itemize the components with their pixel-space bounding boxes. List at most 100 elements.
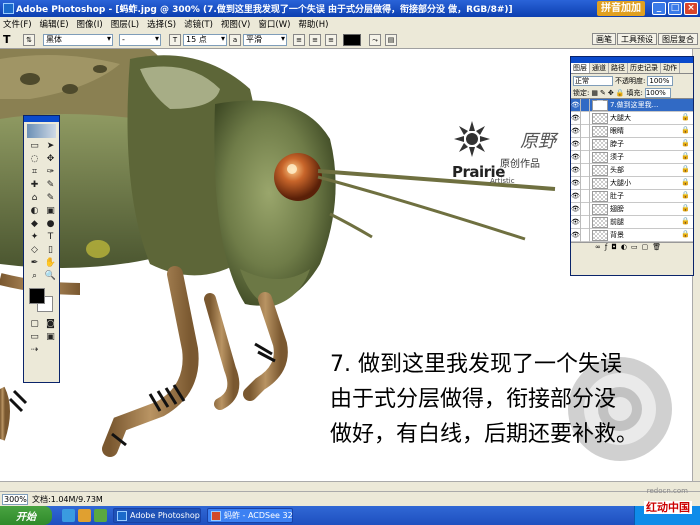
visibility-eye-icon[interactable]: 👁 [571,176,581,190]
blend-mode-select[interactable]: 正常 [573,75,613,86]
lock-paint-icon[interactable]: ✎ [600,89,606,97]
tab-paths[interactable]: 路径 [609,63,628,73]
color-swatches[interactable] [27,286,56,314]
toolbox-titlebar[interactable] [24,116,59,122]
maximize-button[interactable]: □ [668,2,682,15]
layer-link-cell[interactable] [581,228,590,242]
visibility-eye-icon[interactable]: 👁 [571,111,581,125]
layer-row[interactable]: 👁 翅膀 🔒 [571,202,693,216]
tool-icon[interactable]: ✎ [43,179,58,191]
layer-style-icon[interactable]: ƒ [605,243,607,252]
jump-to-imageready-icon[interactable]: ⇢ [27,344,42,356]
visibility-eye-icon[interactable]: 👁 [571,189,581,203]
layer-link-cell[interactable] [581,189,590,203]
adobe-feather-icon[interactable] [27,124,56,138]
visibility-eye-icon[interactable]: 👁 [571,137,581,151]
link-layers-icon[interactable]: ∞ [595,243,601,252]
document-size-info[interactable]: 文档:1.04M/9.73M [32,494,103,505]
foreground-color[interactable] [29,288,45,304]
layer-link-cell[interactable] [581,176,590,190]
layer-link-cell[interactable] [581,98,590,112]
align-left-icon[interactable]: ≡ [293,33,305,46]
new-group-icon[interactable]: ▭ [631,243,638,252]
standard-mode-icon[interactable]: ▢ [27,318,42,330]
visibility-eye-icon[interactable]: 👁 [571,124,581,138]
font-family-select[interactable]: 黑体 [43,33,113,46]
layer-link-cell[interactable] [581,215,590,229]
tab-history[interactable]: 历史记录 [628,63,661,73]
layer-row[interactable]: 👁 大腿大 🔒 [571,111,693,125]
visibility-eye-icon[interactable]: 👁 [571,202,581,216]
delete-layer-icon[interactable]: 🗑 [652,243,661,252]
menu-help[interactable]: 帮助(H) [298,18,328,30]
tool-icon[interactable]: ◇ [27,244,42,256]
menu-window[interactable]: 窗口(W) [258,18,290,30]
new-layer-icon[interactable]: ▢ [642,243,649,252]
tool-icon[interactable]: ⌗ [27,166,42,178]
layer-link-cell[interactable] [581,124,590,138]
warp-text-icon[interactable]: ⤳ [369,33,381,46]
tool-icon[interactable]: ⌂ [27,192,42,204]
tool-icon[interactable]: ▭ [27,140,42,152]
tool-icon[interactable]: 🔍 [43,270,58,282]
menu-view[interactable]: 视图(V) [221,18,250,30]
layer-row[interactable]: 👁 大腿小 🔒 [571,176,693,190]
opacity-field[interactable]: 100% [647,75,674,86]
tool-icon[interactable]: ▣ [43,205,58,217]
taskbar-item-acdsee[interactable]: 蚂蚱 - ACDSee 32 [207,508,293,523]
menu-filter[interactable]: 滤镜(T) [184,18,213,30]
tool-icon[interactable]: ✎ [43,192,58,204]
ime-badge[interactable]: 拼音加加 [597,1,645,16]
desktop-icon[interactable] [94,509,107,522]
layer-row[interactable]: 👁 头部 🔒 [571,163,693,177]
text-tool-preset-icon[interactable]: T [3,33,21,46]
tool-icon[interactable]: ◌ [27,153,42,165]
antialias-select[interactable]: 平滑 [243,33,287,46]
minimize-button[interactable]: _ [652,2,666,15]
tab-brushes[interactable]: 画笔 [592,33,616,45]
menu-image[interactable]: 图像(I) [77,18,103,30]
layer-row[interactable]: 👁 背景 🔒 [571,228,693,242]
tab-tool-presets[interactable]: 工具预设 [617,33,657,45]
visibility-eye-icon[interactable]: 👁 [571,215,581,229]
tool-icon[interactable]: ⌕ [27,270,42,282]
tab-layer-comps[interactable]: 图层复合 [658,33,698,45]
lock-transparency-icon[interactable]: ▦ [591,89,598,97]
tool-icon[interactable]: ✒ [27,257,42,269]
tool-icon[interactable]: ➤ [43,140,58,152]
tool-icon[interactable]: ◐ [27,205,42,217]
tool-icon[interactable]: T [43,231,58,243]
layer-link-cell[interactable] [581,150,590,164]
fill-field[interactable]: 100% [644,87,671,98]
ie-icon[interactable] [62,509,75,522]
align-center-icon[interactable]: ≡ [309,33,321,46]
layer-link-cell[interactable] [581,163,590,177]
tool-icon[interactable]: ◆ [27,218,42,230]
layer-row[interactable]: 👁 肚子 🔒 [571,189,693,203]
layer-link-cell[interactable] [581,202,590,216]
layer-row[interactable]: 👁 前腿 🔒 [571,215,693,229]
tool-icon[interactable]: ✦ [27,231,42,243]
layer-link-cell[interactable] [581,137,590,151]
tab-actions[interactable]: 动作 [661,63,680,73]
fullscreen-mode-icon[interactable]: ▣ [43,331,58,343]
layer-mask-icon[interactable]: ◘ [611,243,617,252]
visibility-eye-icon[interactable]: 👁 [571,228,581,242]
tab-layers[interactable]: 图层 [571,63,590,73]
layer-row[interactable]: 👁 T 7.做到这里我... [571,98,693,112]
tool-icon[interactable]: ✥ [43,153,58,165]
zoom-field[interactable]: 300% [2,493,28,505]
visibility-eye-icon[interactable]: 👁 [571,150,581,164]
character-palette-icon[interactable]: ▤ [385,33,397,46]
menu-layer[interactable]: 图层(L) [111,18,139,30]
font-style-select[interactable]: - [119,33,161,46]
tab-channels[interactable]: 通道 [590,63,609,73]
align-right-icon[interactable]: ≡ [325,33,337,46]
horizontal-scrollbar[interactable] [0,481,700,491]
folder-icon[interactable] [78,509,91,522]
start-button[interactable]: 开始 [0,506,52,525]
text-color-swatch[interactable] [343,33,361,46]
font-size-select[interactable]: 15 点 [183,33,227,46]
layer-row[interactable]: 👁 脖子 🔒 [571,137,693,151]
lock-move-icon[interactable]: ✥ [608,89,614,97]
